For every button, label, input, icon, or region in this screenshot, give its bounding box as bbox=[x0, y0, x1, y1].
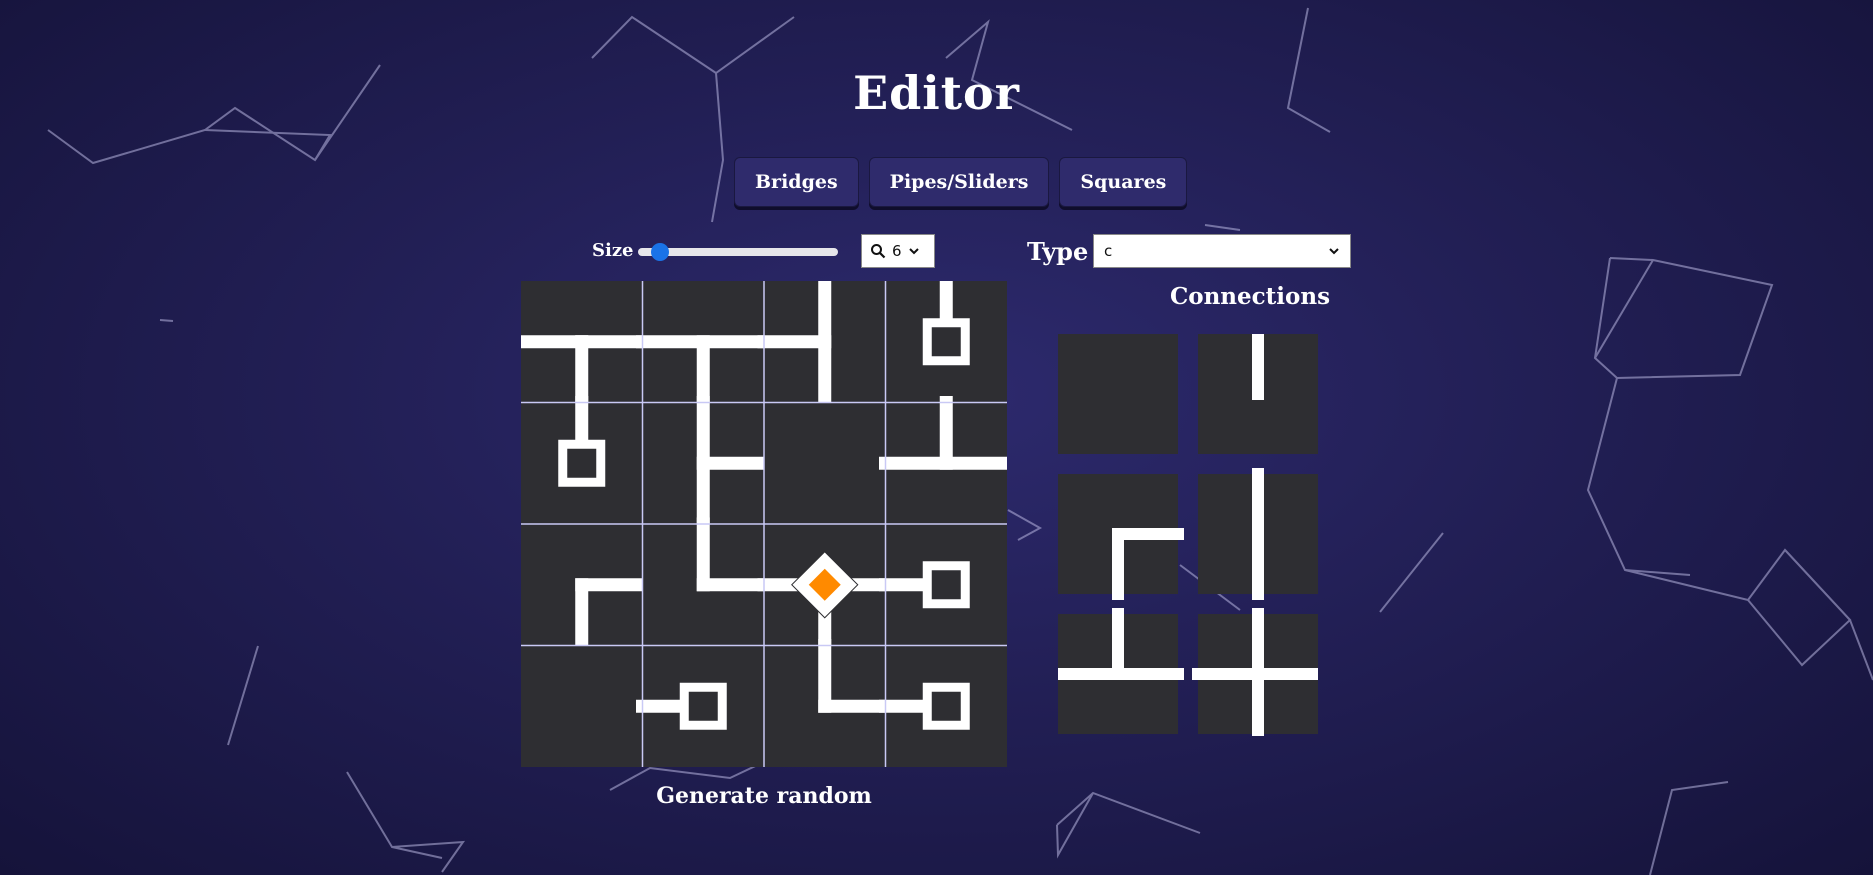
square-node bbox=[922, 318, 970, 366]
zoom-select[interactable]: 6 bbox=[861, 234, 935, 268]
board-tile-r2-c1[interactable] bbox=[642, 517, 771, 646]
board-tile-r2-c0[interactable] bbox=[521, 524, 649, 652]
generate-random-button[interactable]: Generate random bbox=[521, 783, 1007, 809]
board-tile-r0-c1[interactable] bbox=[636, 281, 771, 409]
connection-option-1[interactable] bbox=[1198, 334, 1318, 454]
zoom-value: 6 bbox=[892, 242, 902, 260]
type-label: Type bbox=[1027, 237, 1089, 266]
page-title: Editor bbox=[853, 66, 1020, 120]
squares-button[interactable]: Squares bbox=[1059, 157, 1188, 207]
board-tile-r1-c3[interactable] bbox=[879, 396, 1008, 525]
board-tile-r1-c2[interactable] bbox=[764, 402, 886, 525]
square-node bbox=[922, 682, 970, 730]
connections-title: Connections bbox=[1169, 283, 1331, 310]
board-tile-r2-c3[interactable] bbox=[879, 524, 1008, 646]
board-tile-r3-c0[interactable] bbox=[521, 645, 643, 768]
board-tile-r1-c1[interactable] bbox=[642, 396, 771, 531]
board-tile-r3-c2[interactable] bbox=[764, 639, 892, 768]
tile-background bbox=[521, 645, 643, 767]
tile-background bbox=[764, 402, 886, 524]
connection-option-3[interactable] bbox=[1198, 468, 1318, 600]
connection-option-5[interactable] bbox=[1192, 608, 1318, 736]
size-slider-thumb[interactable] bbox=[650, 243, 669, 261]
bridges-button[interactable]: Bridges bbox=[734, 157, 859, 207]
search-icon bbox=[871, 244, 886, 259]
pipes-sliders-button[interactable]: Pipes/Sliders bbox=[868, 157, 1050, 207]
board-tile-r0-c2[interactable] bbox=[757, 281, 886, 409]
mode-tabs: Bridges Pipes/Sliders Squares bbox=[734, 157, 1188, 207]
puzzle-board[interactable] bbox=[521, 281, 1007, 767]
size-label: Size bbox=[592, 240, 634, 261]
square-node bbox=[922, 561, 970, 609]
size-slider[interactable] bbox=[638, 243, 838, 261]
board-tile-r3-c3[interactable] bbox=[879, 645, 1008, 768]
square-node bbox=[558, 439, 606, 487]
board-tile-r3-c1[interactable] bbox=[636, 645, 765, 768]
tile-background bbox=[1058, 334, 1178, 454]
board-tile-r0-c0[interactable] bbox=[521, 281, 649, 409]
square-node bbox=[679, 682, 727, 730]
type-value: c bbox=[1104, 242, 1113, 260]
board-tile-r0-c3[interactable] bbox=[885, 281, 1008, 403]
connections-palette bbox=[1058, 334, 1318, 736]
chevron-down-icon bbox=[908, 248, 919, 255]
type-select[interactable]: c bbox=[1093, 234, 1351, 268]
chevron-down-icon bbox=[1329, 248, 1339, 255]
board-tile-r1-c0[interactable] bbox=[521, 396, 643, 525]
connection-option-4[interactable] bbox=[1058, 608, 1184, 734]
connection-option-2[interactable] bbox=[1058, 474, 1184, 600]
board-tile-r2-c2[interactable] bbox=[757, 524, 892, 652]
connection-option-0[interactable] bbox=[1058, 334, 1178, 454]
